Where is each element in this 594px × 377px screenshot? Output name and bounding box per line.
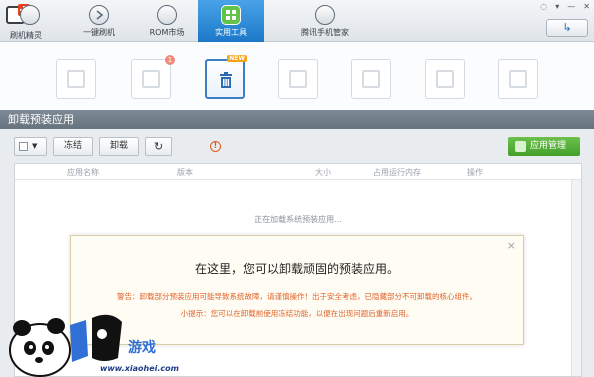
table-scrollbar[interactable] — [571, 180, 581, 376]
settings-doc-icon — [436, 70, 454, 88]
app-manager-label: 应用管理 — [530, 141, 567, 151]
menu-icon[interactable]: ▾ — [555, 2, 559, 11]
tool-tools[interactable] — [498, 59, 538, 99]
nav-item-utilities[interactable]: 实用工具 — [198, 0, 264, 42]
tool-uninstall-preinstalled[interactable]: NEW — [205, 55, 247, 99]
column-header-action: 操作 — [467, 168, 483, 177]
nav-item-label: 实用工具 — [215, 28, 247, 37]
robot-icon — [157, 5, 177, 25]
new-badge: NEW — [227, 55, 247, 62]
select-all-dropdown[interactable]: ▼ — [14, 137, 47, 156]
svg-text:游戏: 游戏 — [128, 339, 156, 356]
action-toolbar: ▼ 冻结 卸载 ↻ — [14, 137, 173, 156]
app-manager-button[interactable]: 应用管理 — [508, 137, 580, 156]
table-header: 应用名称 版本 大小 占用运行内存 操作 — [15, 164, 581, 180]
nav-item-label: ROM市场 — [149, 28, 185, 37]
refresh-button[interactable]: ↻ — [145, 137, 173, 156]
chevron-down-icon: ▼ — [32, 142, 38, 150]
section-title: 卸载预装应用 — [0, 110, 594, 129]
puzzle-icon — [515, 141, 526, 152]
trash-icon — [220, 72, 232, 88]
grid-icon — [221, 5, 241, 25]
gear-icon — [20, 5, 40, 25]
tools-icon — [509, 70, 527, 88]
nav-item-label: 腾讯手机管家 — [301, 28, 349, 37]
back-arrow-button[interactable]: ↳ — [546, 19, 588, 37]
watermark-url: www.xiaohei.com — [100, 364, 179, 373]
tool-documents[interactable] — [278, 59, 318, 99]
tool-strip: 1 NEW — [0, 42, 594, 110]
bag-icon — [67, 70, 85, 88]
uninstall-button[interactable]: 卸载 — [99, 137, 140, 156]
column-header-memory: 占用运行内存 — [373, 168, 421, 177]
notification-badge: 1 — [165, 55, 175, 65]
top-navigation: 刷机精灵 一键刷机 ROM市场 实用工具 腾讯手机管家 ◌ ▾ — ✕ ↳ — [0, 0, 594, 42]
checkbox[interactable] — [19, 142, 28, 151]
tool-plugins[interactable]: 1 — [131, 55, 175, 99]
arrow-icon: ↳ — [562, 21, 572, 34]
loading-text: 正在加载系统预装应用... — [254, 215, 342, 224]
feedback-icon[interactable]: ◌ — [540, 2, 547, 11]
minimize-icon[interactable]: — — [567, 2, 575, 11]
document-icon — [289, 70, 307, 88]
info-warning-icon[interactable]: ! — [210, 141, 221, 152]
export-icon — [362, 70, 380, 88]
close-icon[interactable]: ✕ — [583, 2, 590, 11]
refresh-icon: ↻ — [154, 140, 164, 153]
puzzle-icon — [142, 70, 160, 88]
play-icon — [89, 5, 109, 25]
nav-item-label: 刷机精灵 — [10, 31, 42, 40]
nav-item-rom-market[interactable]: ROM市场 — [136, 0, 198, 42]
dialog-main-text: 在这里，您可以卸载顽固的预装应用。 — [194, 262, 399, 276]
tool-app-store[interactable] — [56, 59, 96, 99]
close-icon[interactable]: × — [507, 239, 516, 252]
nav-item-flash-wizard[interactable]: 刷机精灵 — [0, 0, 60, 42]
window-controls: ◌ ▾ — ✕ — [540, 2, 590, 11]
column-header-size: 大小 — [315, 168, 331, 177]
nav-item-label: 一键刷机 — [83, 28, 115, 37]
nav-item-tencent-manager[interactable]: 腾讯手机管家 — [282, 0, 368, 42]
nav-item-one-click-flash[interactable]: 一键刷机 — [68, 0, 130, 42]
column-header-name: 应用名称 — [67, 168, 99, 177]
shield-icon — [315, 5, 335, 25]
tool-export[interactable] — [351, 59, 391, 99]
freeze-button[interactable]: 冻结 — [53, 137, 94, 156]
tool-settings[interactable] — [425, 59, 465, 99]
column-header-version: 版本 — [177, 168, 193, 177]
